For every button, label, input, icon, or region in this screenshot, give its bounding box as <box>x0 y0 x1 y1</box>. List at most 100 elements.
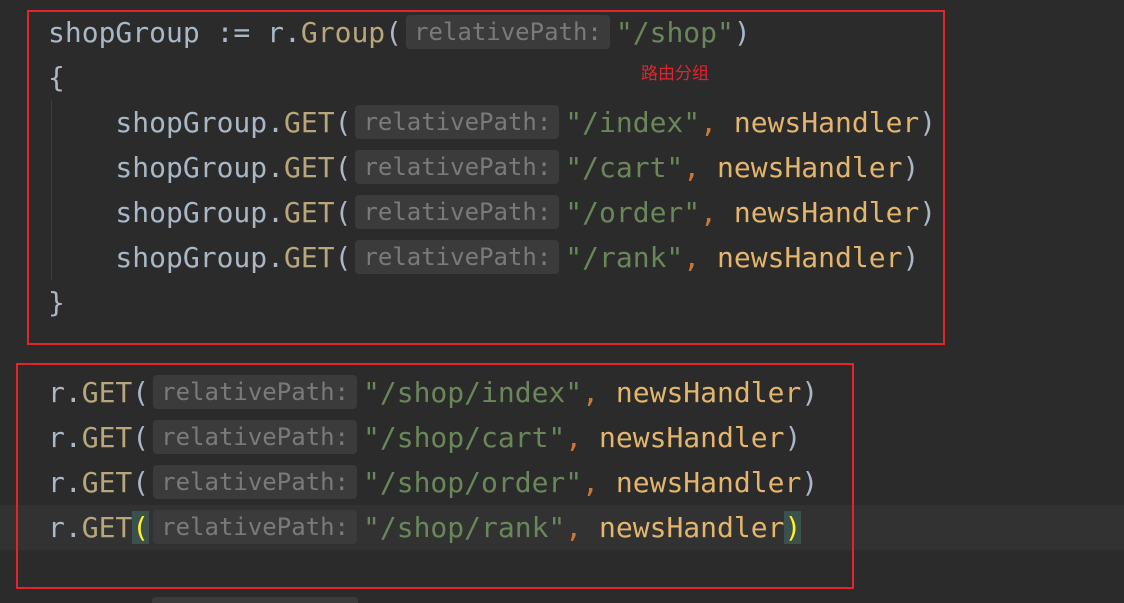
dot: . <box>267 241 284 274</box>
handler-name: newsHandler <box>717 241 903 274</box>
receiver: r <box>48 421 65 454</box>
receiver: r <box>48 511 65 544</box>
inlay-hint: relativePath: <box>406 15 610 49</box>
string-literal: "/order" <box>565 196 701 229</box>
inlay-hint: relativePath: <box>355 150 560 184</box>
paren-open: ( <box>132 376 150 409</box>
paren-open: ( <box>385 16 403 49</box>
assign-operator: := <box>216 16 251 49</box>
method-name: GET <box>81 511 133 544</box>
code-line-group-route[interactable]: shopGroup.GET(relativePath: "/rank", news… <box>48 235 936 280</box>
paren-open: ( <box>334 151 352 184</box>
inlay-hint: relativePath: <box>153 510 357 544</box>
brace-open: { <box>48 61 65 94</box>
method-name: GET <box>284 151 335 184</box>
brace-close: } <box>48 286 65 319</box>
inlay-hint: relativePath: <box>355 105 560 139</box>
handler-name: newsHandler <box>733 196 920 229</box>
handler-name: newsHandler <box>599 421 785 454</box>
code-editor[interactable]: shopGroup := r.Group(relativePath: "/shop… <box>0 0 1124 603</box>
handler-name: newsHandler <box>615 466 802 499</box>
code-line-brace-open[interactable]: { <box>48 55 936 100</box>
method-name: GET <box>284 241 335 274</box>
paren-close: ) <box>902 241 920 274</box>
dot: . <box>64 376 82 409</box>
code-line-flat-route[interactable]: r.GET(relativePath: "/shop/order", newsHa… <box>48 460 936 505</box>
comma: , <box>582 376 600 409</box>
paren-close: ) <box>733 16 751 49</box>
paren-close-matched: ) <box>784 511 802 544</box>
comma: , <box>683 241 701 274</box>
method-name: GET <box>81 466 133 499</box>
receiver: r <box>48 466 65 499</box>
string-literal: "/shop/rank" <box>363 511 566 544</box>
annotation-label: 路由分组 <box>641 64 709 84</box>
receiver: shopGroup <box>115 241 268 274</box>
paren-open: ( <box>334 106 352 139</box>
comma: , <box>700 106 717 139</box>
receiver: shopGroup <box>115 106 268 139</box>
inlay-hint-partial <box>152 597 358 603</box>
string-literal: "/shop/order" <box>363 466 583 499</box>
code-lines: shopGroup := r.Group(relativePath: "/shop… <box>48 10 936 595</box>
paren-close: ) <box>902 151 920 184</box>
string-literal: "/rank" <box>565 241 684 274</box>
handler-name: newsHandler <box>615 376 802 409</box>
string-literal: "/index" <box>565 106 701 139</box>
code-line-flat-route-current[interactable]: r.GET(relativePath: "/shop/rank", newsHan… <box>48 505 936 550</box>
inlay-hint: relativePath: <box>153 465 357 499</box>
string-literal: "/shop" <box>615 16 734 49</box>
method-name: Group <box>300 16 386 49</box>
code-line-flat-route[interactable]: r.GET(relativePath: "/shop/index", newsHa… <box>48 370 936 415</box>
method-name: GET <box>284 196 335 229</box>
receiver: shopGroup <box>115 151 268 184</box>
handler-name: newsHandler <box>717 151 903 184</box>
receiver: r <box>267 16 285 49</box>
string-literal: "/cart" <box>565 151 684 184</box>
handler-name: newsHandler <box>599 511 785 544</box>
method-name: GET <box>81 376 133 409</box>
dot: . <box>284 16 301 49</box>
dot: . <box>267 106 284 139</box>
dot: . <box>64 466 82 499</box>
code-line-group-route[interactable]: shopGroup.GET(relativePath: "/cart", news… <box>48 145 936 190</box>
method-name: GET <box>284 106 335 139</box>
paren-open: ( <box>334 196 352 229</box>
handler-name: newsHandler <box>733 106 920 139</box>
code-line-brace-close[interactable]: } <box>48 280 936 325</box>
string-literal: "/shop/index" <box>363 376 583 409</box>
string-literal: "/shop/cart" <box>363 421 566 454</box>
comma: , <box>565 511 583 544</box>
code-line-group-declaration[interactable]: shopGroup := r.Group(relativePath: "/shop… <box>48 10 936 55</box>
inlay-hint: relativePath: <box>153 420 357 454</box>
comma: , <box>565 421 583 454</box>
paren-open: ( <box>132 466 150 499</box>
dot: . <box>64 421 82 454</box>
code-line-empty[interactable] <box>48 550 936 595</box>
code-line-group-route[interactable]: shopGroup.GET(relativePath: "/index", new… <box>48 100 936 145</box>
comma: , <box>700 196 717 229</box>
paren-close: ) <box>784 421 802 454</box>
inlay-hint: relativePath: <box>355 195 560 229</box>
code-line-empty[interactable] <box>48 325 936 370</box>
paren-close: ) <box>801 466 819 499</box>
comma: , <box>683 151 701 184</box>
dot: . <box>267 196 284 229</box>
paren-open: ( <box>334 241 352 274</box>
paren-open: ( <box>132 421 150 454</box>
inlay-hint: relativePath: <box>355 240 560 274</box>
paren-close: ) <box>919 196 937 229</box>
code-line-flat-route[interactable]: r.GET(relativePath: "/shop/cart", newsHan… <box>48 415 936 460</box>
variable-name: shopGroup <box>48 16 200 49</box>
inlay-hint: relativePath: <box>153 375 357 409</box>
receiver: shopGroup <box>115 196 268 229</box>
receiver: r <box>48 376 65 409</box>
dot: . <box>267 151 284 184</box>
paren-close: ) <box>919 106 937 139</box>
comma: , <box>582 466 600 499</box>
code-line-group-route[interactable]: shopGroup.GET(relativePath: "/order", new… <box>48 190 936 235</box>
paren-close: ) <box>801 376 819 409</box>
method-name: GET <box>81 421 133 454</box>
paren-open-matched: ( <box>132 511 150 544</box>
dot: . <box>64 511 82 544</box>
